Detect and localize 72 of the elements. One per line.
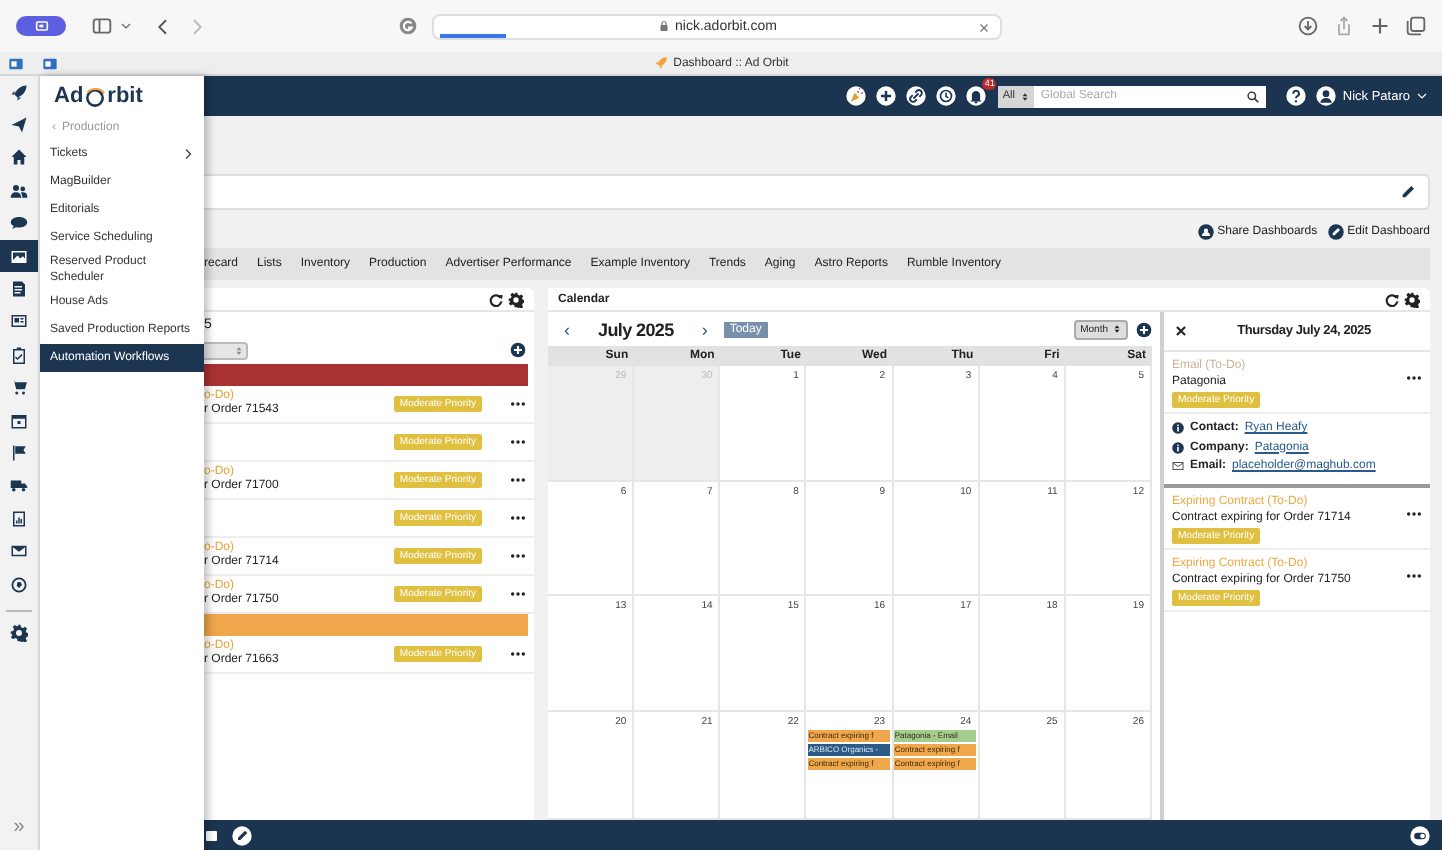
add-icon[interactable] xyxy=(510,342,526,358)
home-icon xyxy=(10,148,28,167)
settings-icon xyxy=(10,623,28,642)
tabs-icon[interactable] xyxy=(1406,16,1426,36)
back-icon[interactable] xyxy=(154,17,172,35)
picture-icon xyxy=(10,247,28,266)
edit-icon[interactable] xyxy=(232,825,252,845)
search-icon[interactable] xyxy=(1246,89,1261,103)
chevron-right-icon xyxy=(182,148,194,160)
envelope-icon xyxy=(10,542,28,561)
users-icon xyxy=(10,181,28,200)
filter-select[interactable] xyxy=(204,341,248,359)
envelope-icon xyxy=(1172,460,1184,473)
add-icon[interactable] xyxy=(876,86,897,106)
history-icon[interactable] xyxy=(936,86,957,106)
download-icon[interactable] xyxy=(1298,16,1318,36)
caret-icon[interactable] xyxy=(120,20,132,32)
edit-icon xyxy=(1327,224,1344,240)
more-icon[interactable] xyxy=(510,434,526,450)
window-icon xyxy=(33,18,49,34)
more-icon[interactable] xyxy=(510,472,526,488)
more-icon[interactable] xyxy=(510,646,526,662)
refresh-icon[interactable] xyxy=(1384,291,1400,307)
flag-icon xyxy=(10,443,28,462)
caret-icon xyxy=(1416,90,1428,102)
share-icon xyxy=(1197,224,1214,240)
avatar-icon xyxy=(1316,86,1337,106)
sort-arrows-icon xyxy=(1112,324,1122,334)
refresh-icon[interactable] xyxy=(488,291,504,307)
truck-icon xyxy=(10,476,28,495)
party-icon[interactable] xyxy=(846,86,867,106)
more-icon[interactable] xyxy=(510,586,526,602)
edit-icon[interactable] xyxy=(1400,184,1416,200)
clipboard-icon xyxy=(10,345,28,364)
info-icon xyxy=(1172,422,1184,435)
sort-arrows-icon xyxy=(234,345,244,355)
month-title: July 2025 xyxy=(598,319,674,339)
info-icon xyxy=(1172,441,1184,454)
sort-arrows-icon xyxy=(1020,91,1031,101)
checkbox-icon[interactable] xyxy=(206,825,218,845)
previous-month-button[interactable]: ‹ xyxy=(560,319,574,339)
logo-text: Ad xyxy=(54,85,84,107)
rocket-icon xyxy=(10,83,28,102)
link-icon[interactable] xyxy=(906,86,927,106)
nav-item[interactable] xyxy=(0,239,38,273)
next-month-button[interactable]: › xyxy=(697,319,712,339)
settings-icon[interactable] xyxy=(508,291,524,307)
sidebar-icon[interactable] xyxy=(92,16,112,36)
bell-icon[interactable] xyxy=(966,86,987,106)
lock-icon xyxy=(657,20,670,32)
id-card-icon xyxy=(10,312,28,331)
profile-button[interactable] xyxy=(16,16,66,36)
paper-plane-icon xyxy=(10,116,28,135)
report-icon xyxy=(10,509,28,528)
extension-icon[interactable] xyxy=(398,16,418,36)
calendar-icon xyxy=(10,411,28,430)
settings-icon[interactable] xyxy=(1404,291,1420,307)
cart-icon xyxy=(10,378,28,397)
globe-icon xyxy=(10,575,28,594)
new-tab-icon[interactable] xyxy=(1370,16,1390,36)
more-icon[interactable] xyxy=(510,548,526,564)
more-icon[interactable] xyxy=(510,396,526,412)
rocket-icon xyxy=(653,56,668,70)
help-icon[interactable] xyxy=(1286,86,1307,106)
add-icon[interactable] xyxy=(1136,321,1152,337)
chat-icon xyxy=(10,214,28,233)
close-icon[interactable] xyxy=(1174,324,1188,338)
document-icon xyxy=(10,280,28,299)
more-icon[interactable] xyxy=(1406,370,1422,386)
orbit-logo-icon xyxy=(84,85,107,107)
more-icon[interactable] xyxy=(510,510,526,526)
logo-text: rbit xyxy=(107,85,143,107)
